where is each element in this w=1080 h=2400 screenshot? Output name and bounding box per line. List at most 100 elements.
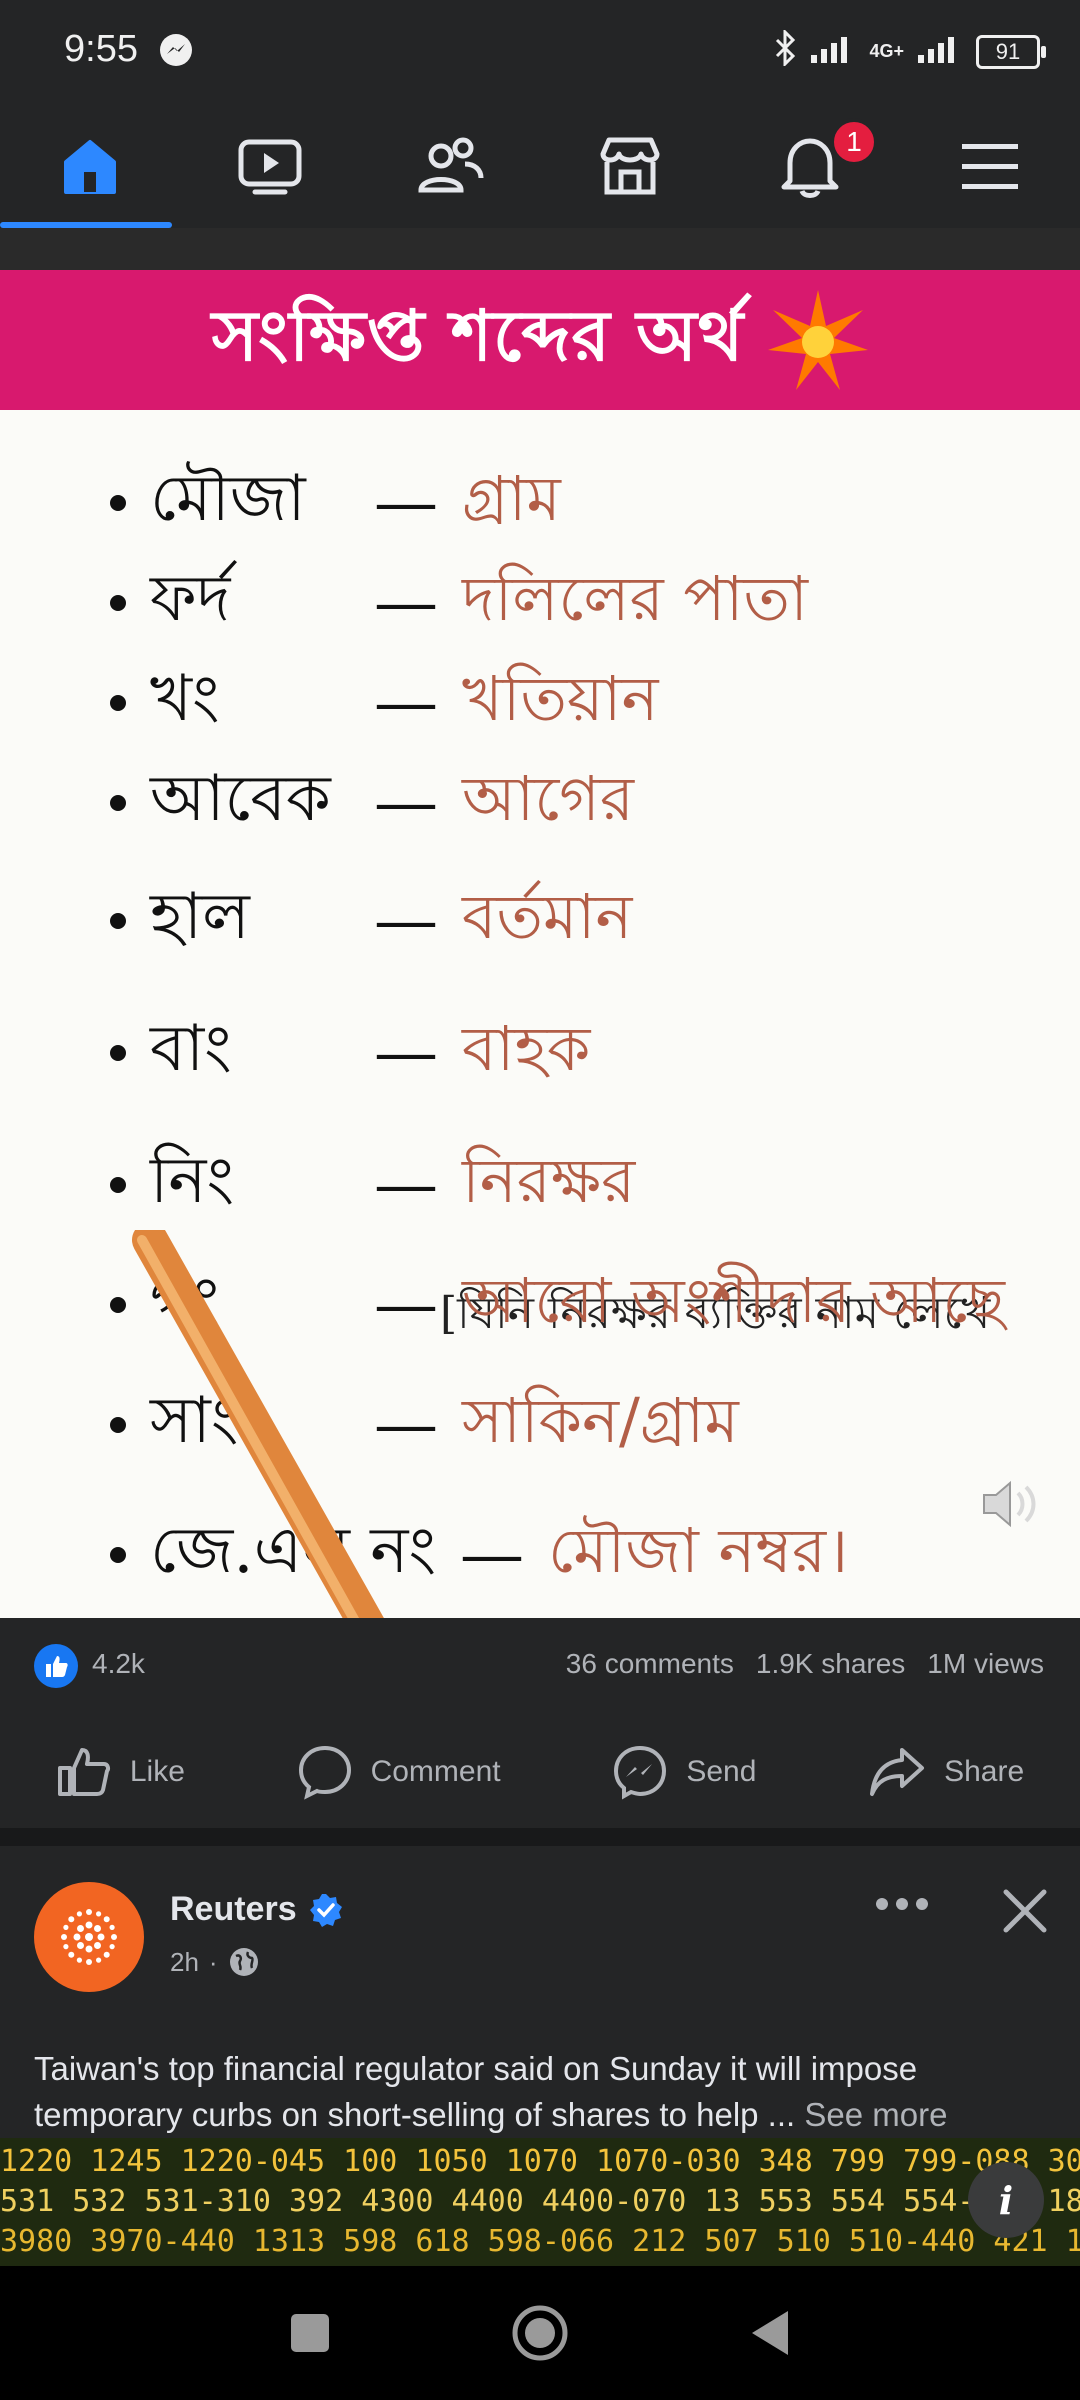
dash: — (374, 666, 438, 740)
back-button[interactable] (710, 2266, 830, 2400)
share-label: Share (944, 1755, 1025, 1788)
bullet (110, 495, 126, 511)
hide-post-button[interactable] (1000, 1886, 1050, 1941)
feed-post: Reuters 2h · Taiwan's top financial regu… (0, 1846, 1080, 2138)
like-label: Like (129, 1755, 185, 1788)
status-bar: 9:55 4G+ 91 (0, 0, 1080, 104)
recents-button[interactable] (250, 2266, 370, 2400)
nav-home[interactable] (0, 104, 180, 228)
speaker-icon (983, 1480, 1036, 1528)
engagement-counts: 36 comments 1.9K shares 1M views (566, 1648, 1044, 1680)
meaning: খতিয়ান (462, 661, 659, 735)
nav-marketplace[interactable] (540, 104, 720, 228)
send-button[interactable]: Send (612, 1744, 756, 1800)
reuters-avatar[interactable] (34, 1882, 144, 1992)
dash: — (374, 1148, 438, 1222)
meaning: আগের (462, 761, 634, 835)
ticker-line: 531 532 531-310 392 4300 4400 4400-070 1… (0, 2184, 1080, 2219)
bullet (110, 695, 126, 711)
post-actions: Like Comment Send Share (0, 1716, 1080, 1828)
nav-video[interactable] (180, 104, 360, 228)
share-button[interactable]: Share (868, 1746, 1024, 1798)
info-button[interactable]: i (968, 2162, 1044, 2238)
meaning: মৌজা নম্বর। (548, 1513, 849, 1587)
term: খং (150, 661, 220, 736)
reuters-logo-icon (61, 1909, 117, 1965)
term-row: আবেক — আগের (110, 758, 634, 848)
reaction-stats: 4.2k 36 comments 1.9K shares 1M views (0, 1618, 1080, 1716)
nav-menu[interactable] (900, 104, 1080, 228)
dash: — (460, 1518, 525, 1592)
dash: — (374, 566, 438, 640)
battery-icon: 91 (976, 34, 1046, 69)
bullet (110, 1177, 126, 1193)
home-icon (64, 140, 116, 194)
video-icon (238, 139, 302, 195)
post-image[interactable]: 1220 1245 1220-045 100 1050 1070 1070-03… (0, 2138, 1080, 2266)
meaning: বাহক (462, 1011, 591, 1085)
meta-dot: · (208, 1946, 218, 1977)
author-name: Reuters (170, 1890, 297, 1928)
bullet (110, 913, 126, 929)
comment-button[interactable]: Comment (297, 1744, 501, 1800)
close-icon (1003, 1889, 1047, 1933)
send-label: Send (686, 1755, 757, 1788)
signal-icon-2 (918, 33, 962, 70)
term-row: ফর্দ — দলিলের পাতা (110, 558, 808, 648)
video-top-strip (0, 228, 1080, 270)
bullet (110, 595, 126, 611)
thumbs-up-icon (57, 1748, 110, 1796)
circle-icon (512, 2305, 568, 2361)
meaning: গ্রাম (462, 461, 561, 535)
nav-friends[interactable] (360, 104, 540, 228)
post-options-button[interactable] (874, 1896, 930, 1917)
comments-count[interactable]: 36 comments (566, 1648, 734, 1680)
term: হাল (150, 879, 250, 954)
term: ফর্দ (150, 561, 231, 636)
comment-label: Comment (370, 1755, 501, 1788)
notification-badge: 1 (830, 118, 878, 166)
bullet (110, 1045, 126, 1061)
meaning: বর্তমান (462, 879, 633, 953)
shares-count[interactable]: 1.9K shares (756, 1648, 905, 1680)
bluetooth-icon (773, 28, 797, 73)
comment-icon (298, 1745, 351, 1800)
term: নিং (150, 1143, 235, 1218)
see-more-link[interactable]: See more (804, 2096, 947, 2133)
ticker-line: 3980 3970-440 1313 598 618 598-066 212 5… (0, 2224, 1080, 2259)
system-nav-bar (0, 2266, 1080, 2400)
home-nav-button[interactable] (480, 2266, 600, 2400)
like-button[interactable]: Like (56, 1746, 185, 1798)
sparkle-icon (768, 290, 869, 390)
video-player[interactable]: সংক্ষিপ্ত শব্দের অর্থ মৌজা — গ্রাম ফর্দ — দল… (0, 228, 1080, 1618)
term-row: বাং — বাহক (110, 1008, 590, 1098)
views-count: 1M views (927, 1648, 1044, 1679)
menu-icon (962, 144, 1018, 189)
nav-notifications[interactable]: 1 (720, 104, 900, 228)
meaning: সাকিন/গ্রাম (462, 1383, 739, 1457)
volume-button[interactable] (978, 1475, 1044, 1538)
status-time: 9:55 (64, 28, 138, 70)
dash: — (374, 1016, 438, 1090)
term: মৌজা (150, 461, 306, 536)
dash: — (374, 766, 438, 840)
post-text: Taiwan's top financial regulator said on… (34, 2046, 1044, 2138)
post-time[interactable]: 2h (170, 1947, 199, 1978)
messenger-icon (158, 32, 194, 73)
ticker-line: 1220 1245 1220-045 100 1050 1070 1070-03… (0, 2144, 1080, 2179)
likes-count[interactable]: 4.2k (92, 1648, 145, 1680)
term-row: নিং — নিরক্ষর (110, 1140, 635, 1230)
term-row: মৌজা — গ্রাম (110, 458, 561, 548)
post-author[interactable]: Reuters (170, 1890, 343, 1929)
feed-separator (0, 1828, 1080, 1846)
messenger-send-icon (614, 1745, 667, 1800)
status-icons: 4G+ 91 (773, 28, 1046, 73)
meaning: আরো অংশীদার আছে (462, 1263, 1005, 1337)
pointer-stick (132, 1230, 384, 1618)
like-reaction-icon (34, 1644, 78, 1688)
square-icon (291, 2314, 329, 2352)
top-nav: 1 (0, 104, 1080, 230)
video-banner: সংক্ষিপ্ত শব্দের অর্থ (0, 270, 1080, 410)
network-type: 4G+ (869, 41, 904, 61)
whiteboard: মৌজা — গ্রাম ফর্দ — দলিলের পাতা খং — খতিয়ান আ… (0, 410, 1080, 1618)
